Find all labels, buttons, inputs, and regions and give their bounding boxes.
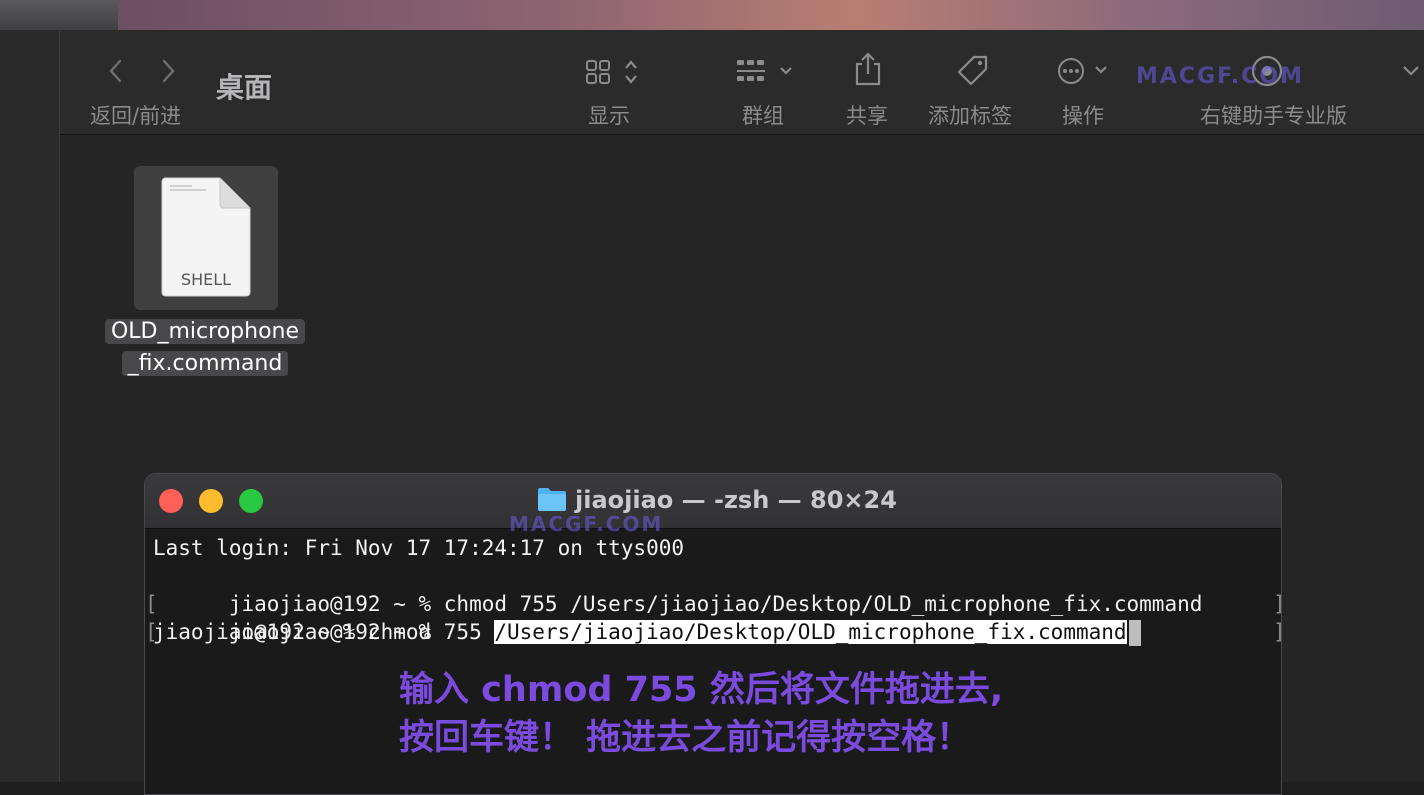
mark-bracket-right: ] — [1273, 590, 1281, 618]
group-label[interactable]: 群组 — [742, 100, 784, 130]
instruction-note: 输入 chmod 755 然后将文件拖进去, 按回车键！ 拖进去之前记得按空格！ — [399, 666, 1003, 762]
terminal-input-line[interactable]: jiaojiao@192 ~ % chmod 755 /Users/jiaoji… — [153, 618, 1273, 646]
grid-view-icon[interactable] — [586, 58, 646, 88]
selected-path-text[interactable]: /Users/jiaojiao/Desktop/OLD_microphone_f… — [494, 620, 1127, 644]
terminal-line: [jiaojiao@192 ~ % chmod 755 /Users/jiaoj… — [145, 562, 1281, 616]
assistant-label[interactable]: 右键助手专业版 — [1200, 100, 1347, 130]
share-label[interactable]: 共享 — [846, 100, 888, 130]
terminal-title: jiaojiao — -zsh — 80×24 — [575, 486, 897, 514]
note-line-1: 输入 chmod 755 然后将文件拖进去, — [399, 670, 1004, 710]
action-label[interactable]: 操作 — [1062, 100, 1104, 130]
forward-icon[interactable] — [158, 58, 178, 84]
file-icon-selection[interactable]: SHELL — [134, 166, 278, 310]
share-icon[interactable] — [854, 52, 882, 86]
file-name-line2: _fix.command — [121, 351, 289, 376]
menu-strip — [0, 0, 118, 31]
finder-toolbar: 返回/前进 桌面 显示 群组 共享 添加标签 操作 右键助手专业版 MACGF.… — [60, 30, 1424, 135]
terminal-prompt-text: jiaojiao@192 ~ % chmod 755 — [153, 620, 495, 644]
finder-sidebar — [0, 30, 60, 782]
minimize-button[interactable] — [199, 489, 223, 513]
toolbar-overflow-chevron-icon[interactable] — [1402, 64, 1420, 78]
terminal-watermark: MACGF.COM — [509, 512, 664, 536]
tag-icon[interactable] — [956, 54, 990, 88]
file-name-line1: OLD_microphone — [104, 319, 306, 344]
note-line-2: 按回车键！ 拖进去之前记得按空格！ — [399, 718, 972, 758]
file-name[interactable]: OLD_microphone _fix.command — [100, 316, 310, 380]
back-forward-label: 返回/前进 — [90, 104, 182, 128]
terminal-cursor — [1128, 620, 1141, 646]
back-icon[interactable] — [106, 58, 126, 84]
mark-bracket-right: ] — [1273, 618, 1281, 646]
window-title: 桌面 — [216, 71, 273, 104]
close-button[interactable] — [159, 489, 183, 513]
zoom-button[interactable] — [239, 489, 263, 513]
view-label[interactable]: 显示 — [588, 100, 630, 130]
add-tag-label[interactable]: 添加标签 — [928, 100, 1012, 130]
file-type-badge: SHELL — [180, 270, 232, 289]
terminal-output[interactable]: Last login: Fri Nov 17 17:24:17 on ttys0… — [145, 534, 1281, 646]
watermark-text: MACGF.COM — [1136, 64, 1305, 89]
terminal-titlebar[interactable]: jiaojiao — -zsh — 80×24 — [145, 474, 1281, 529]
terminal-line: [jiaojiao@192 ~ %] — [145, 590, 1281, 644]
more-actions-icon[interactable] — [1056, 56, 1116, 86]
folder-icon — [538, 488, 566, 511]
terminal-window: jiaojiao — -zsh — 80×24 MACGF.COM Last l… — [144, 473, 1282, 795]
group-icon[interactable] — [736, 58, 798, 88]
terminal-line: Last login: Fri Nov 17 17:24:17 on ttys0… — [153, 536, 685, 560]
desktop-wallpaper-strip — [0, 0, 1424, 31]
